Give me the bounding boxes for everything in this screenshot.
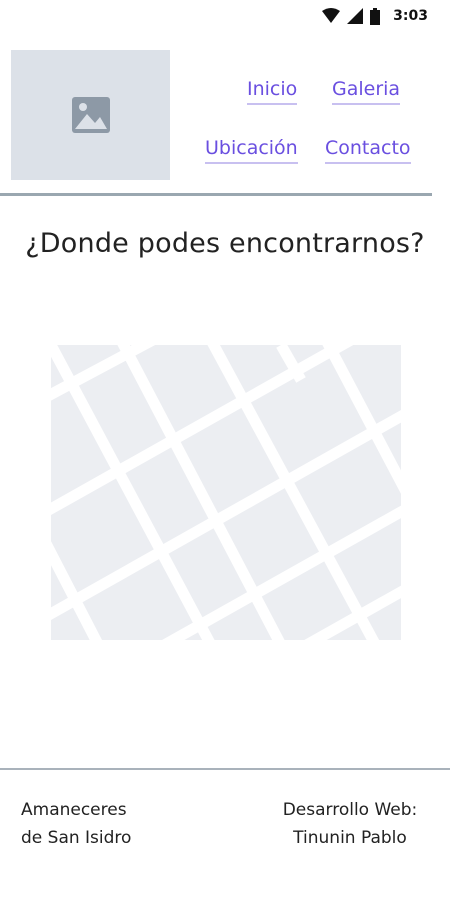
map-placeholder[interactable] xyxy=(51,345,401,640)
nav-link-contacto[interactable]: Contacto xyxy=(325,136,411,164)
footer-brand: Amaneceres de San Isidro xyxy=(21,796,131,852)
nav-link-galeria[interactable]: Galeria xyxy=(332,77,401,105)
footer-brand-line2: de San Isidro xyxy=(21,828,132,848)
logo-placeholder[interactable] xyxy=(11,50,170,180)
signal-icon xyxy=(347,8,364,24)
image-placeholder-icon xyxy=(71,97,110,133)
map-placeholder-icon xyxy=(51,345,401,640)
header-divider xyxy=(0,193,432,196)
header: Inicio Galeria Ubicación Contacto xyxy=(0,50,450,194)
footer-brand-line1: Amaneceres xyxy=(21,800,127,820)
footer-credits-line2: Tinunin Pablo xyxy=(293,828,407,848)
page-title: ¿Donde podes encontrarnos? xyxy=(25,228,425,259)
footer-credits: Desarrollo Web: Tinunin Pablo xyxy=(260,796,440,852)
nav-link-inicio[interactable]: Inicio xyxy=(247,77,298,105)
nav-link-ubicacion[interactable]: Ubicación xyxy=(205,136,298,164)
status-time: 3:03 xyxy=(393,8,428,24)
status-bar: 3:03 xyxy=(0,0,450,32)
footer-divider xyxy=(0,768,450,770)
wifi-icon xyxy=(322,8,341,23)
battery-icon xyxy=(370,7,381,25)
footer-credits-line1: Desarrollo Web: xyxy=(282,800,418,820)
